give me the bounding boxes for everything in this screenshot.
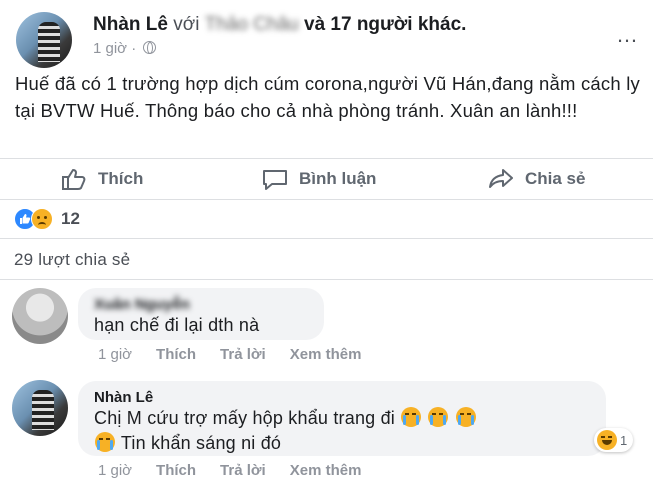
comment-see-more-link[interactable]: Xem thêm	[290, 346, 362, 363]
post-header: Nhàn Lê với Thảo Châu và 17 người khác. …	[0, 0, 653, 68]
crying-emoji-icon	[428, 407, 449, 427]
post-and-others[interactable]: và 17 người khác.	[304, 14, 466, 35]
thumbs-up-icon	[62, 169, 86, 190]
haha-icon	[597, 430, 617, 450]
share-button-label: Chia sẻ	[525, 169, 586, 188]
comment-button-label: Bình luận	[299, 169, 377, 188]
globe-icon	[143, 41, 157, 54]
comment-text-line: Tin khẩn sáng ni đó	[94, 431, 590, 456]
share-count[interactable]: 29 lượt chia sẻ	[14, 250, 130, 270]
comment-button[interactable]: Bình luận	[261, 167, 376, 191]
comment-bubble: Xuân Nguyễn hạn chế đi lại dth nà	[78, 288, 324, 340]
comment-author-avatar[interactable]	[12, 380, 68, 436]
crying-emoji-icon	[95, 432, 115, 452]
comment-reply-link[interactable]: Trả lời	[220, 462, 266, 479]
comment-actions: 1 giờ Thích Trả lời Xem thêm	[98, 346, 361, 363]
comment-author-avatar[interactable]	[12, 288, 68, 344]
divider	[0, 199, 653, 200]
meta-separator: ·	[131, 40, 137, 57]
divider	[0, 238, 653, 239]
post-action-bar: Thích Bình luận Chia sẻ	[0, 161, 653, 197]
comment-timestamp[interactable]: 1 giờ	[98, 462, 132, 479]
comment-icon	[263, 170, 287, 190]
post-author-name[interactable]: Nhàn Lê	[93, 14, 168, 35]
comment-author-name[interactable]: Xuân Nguyễn	[94, 296, 308, 313]
comment-reaction-count: 1	[620, 432, 628, 448]
post-author-avatar[interactable]	[16, 12, 72, 68]
comment-text-line: Chị M cứu trợ mấy hộp khẩu trang đi	[94, 406, 590, 431]
divider	[0, 279, 653, 280]
post-meta: 1 giờ ·	[93, 40, 157, 57]
comment-reaction-badge[interactable]: 1	[594, 428, 634, 452]
post-timestamp[interactable]: 1 giờ	[93, 40, 127, 57]
comment-text: Tin khẩn sáng ni đó	[120, 433, 282, 453]
comment-text: Chị M cứu trợ mấy hộp khẩu trang đi	[94, 408, 395, 428]
post-body-text: Huế đã có 1 trường hợp dịch cúm corona,n…	[15, 73, 640, 121]
sad-icon	[31, 208, 53, 230]
like-button-label: Thích	[98, 169, 144, 188]
comment-author-name[interactable]: Nhàn Lê	[94, 389, 590, 406]
divider	[0, 158, 653, 159]
comment-see-more-link[interactable]: Xem thêm	[290, 462, 362, 479]
post-with-text: với	[173, 14, 200, 35]
reaction-summary[interactable]: 12	[14, 208, 80, 230]
like-button[interactable]: Thích	[60, 167, 143, 191]
more-options-icon[interactable]: …	[616, 22, 639, 48]
comment-actions: 1 giờ Thích Trả lời Xem thêm	[98, 462, 361, 479]
comment-reply-link[interactable]: Trả lời	[220, 346, 266, 363]
post-author-line: Nhàn Lê với Thảo Châu và 17 người khác.	[93, 14, 466, 36]
crying-emoji-icon	[455, 407, 476, 427]
comment-timestamp[interactable]: 1 giờ	[98, 346, 132, 363]
comment-bubble: Nhàn Lê Chị M cứu trợ mấy hộp khẩu trang…	[78, 381, 606, 456]
reaction-count: 12	[61, 209, 80, 228]
comment-like-link[interactable]: Thích	[156, 462, 196, 479]
post-tagged-person[interactable]: Thảo Châu	[205, 14, 299, 35]
comment-like-link[interactable]: Thích	[156, 346, 196, 363]
comment-text: hạn chế đi lại dth nà	[94, 315, 260, 335]
share-button[interactable]: Chia sẻ	[487, 167, 585, 191]
crying-emoji-icon	[401, 407, 422, 427]
share-arrow-icon	[489, 169, 513, 188]
